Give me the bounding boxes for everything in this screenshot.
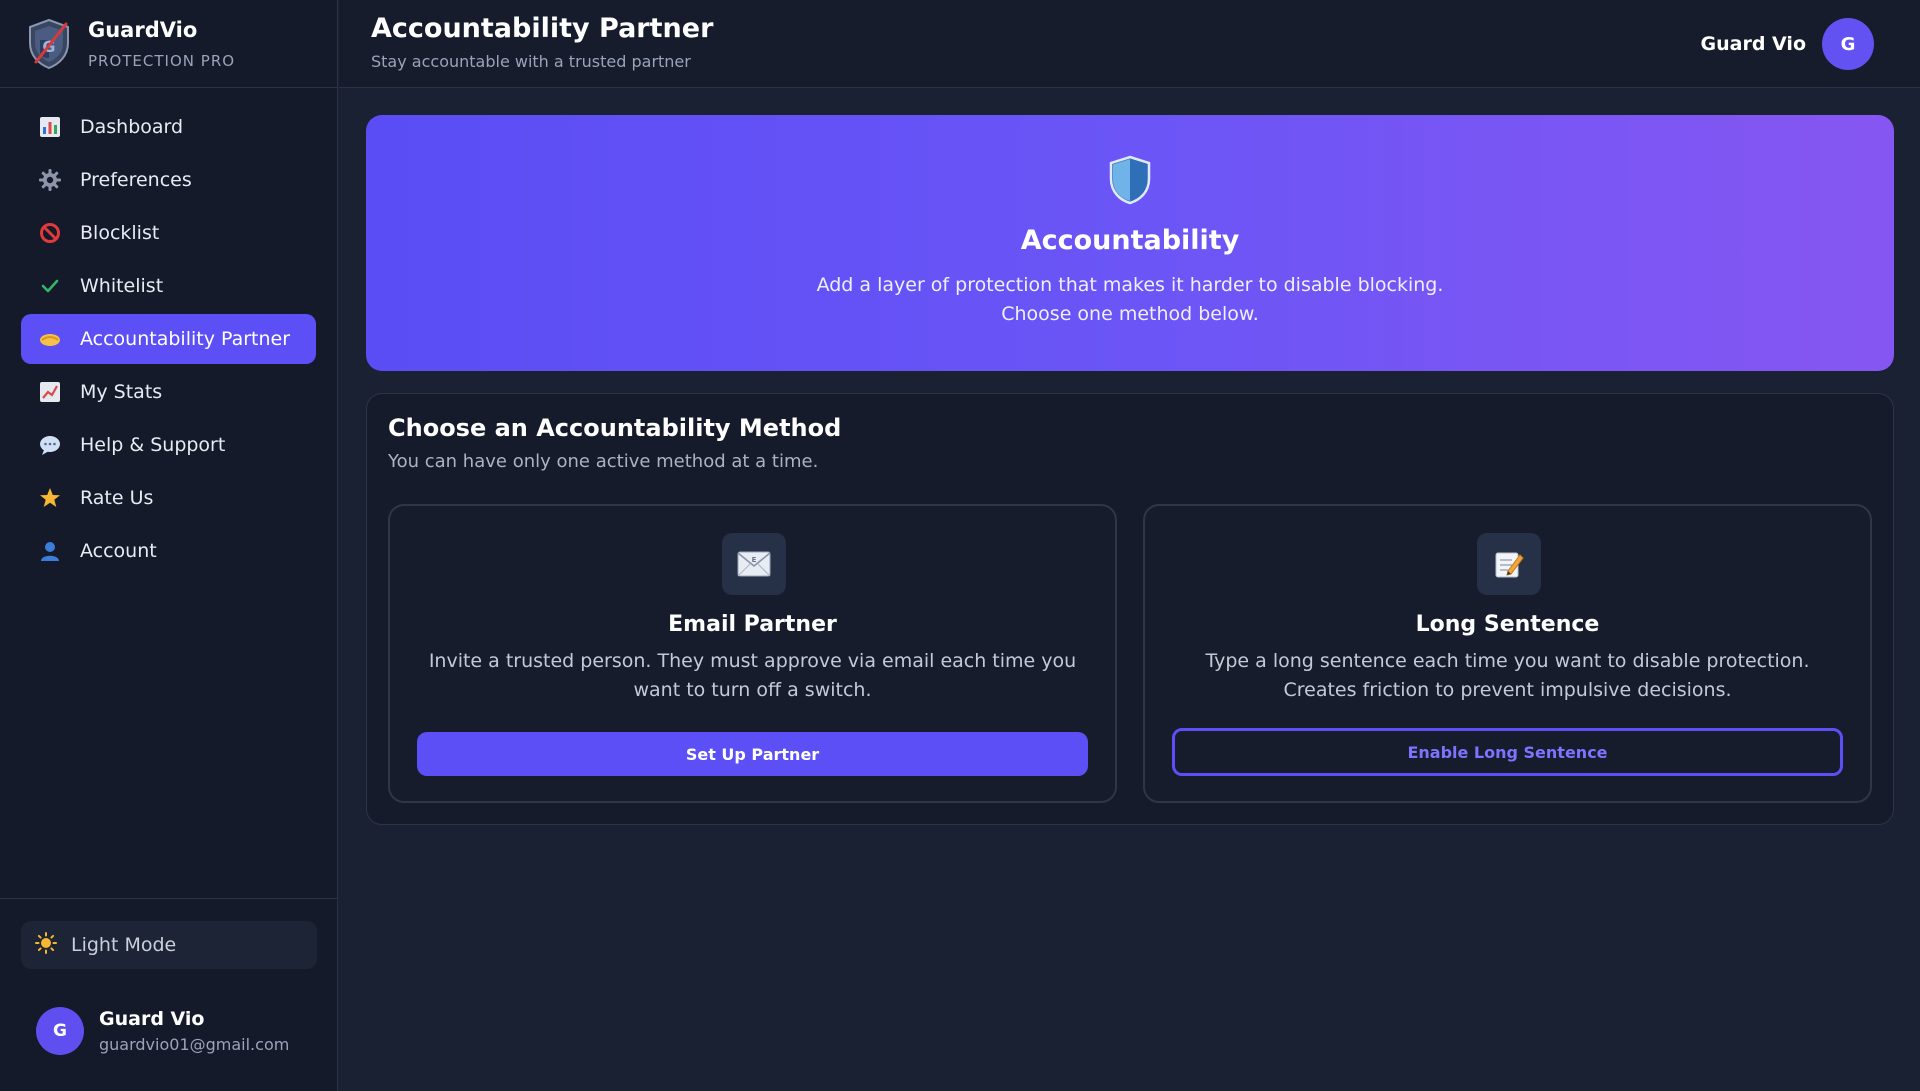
user-icon: [39, 540, 61, 562]
bar-chart-icon: [39, 116, 61, 138]
sidebar-item-whitelist[interactable]: Whitelist: [21, 261, 316, 311]
light-mode-toggle[interactable]: Light Mode: [21, 921, 317, 969]
trending-chart-icon: [39, 381, 61, 403]
sidebar-item-label: Preferences: [80, 169, 192, 191]
sidebar-item-label: Dashboard: [80, 116, 184, 138]
hero-title: Accountability: [1020, 225, 1240, 256]
sidebar-item-preferences[interactable]: Preferences: [21, 155, 316, 205]
svg-text:E: E: [752, 556, 757, 564]
sidebar-item-dashboard[interactable]: Dashboard: [21, 102, 316, 152]
brand[interactable]: G GuardVio PROTECTION PRO: [0, 0, 337, 88]
page-subtitle: Stay accountable with a trusted partner: [371, 52, 691, 71]
avatar[interactable]: G: [1822, 18, 1874, 70]
methods-title: Choose an Accountability Method: [388, 414, 842, 442]
sidebar-item-my-stats[interactable]: My Stats: [21, 367, 316, 417]
shield-logo-icon: G: [29, 18, 69, 69]
sidebar-item-help-support[interactable]: Help & Support: [21, 420, 316, 470]
brand-name: GuardVio: [88, 17, 198, 42]
sidebar-user[interactable]: G Guard Vio guardvio01@gmail.com: [36, 1007, 289, 1055]
sidebar-item-label: Accountability Partner: [80, 328, 291, 350]
sidebar-item-accountability-partner[interactable]: Accountability Partner: [21, 314, 316, 364]
methods-subtitle: You can have only one active method at a…: [388, 451, 819, 472]
accountability-methods-panel: Choose an Accountability Method You can …: [366, 393, 1894, 825]
sidebar-item-label: Help & Support: [80, 434, 226, 456]
checkmark-icon: [39, 275, 61, 297]
header-user-name: Guard Vio: [1700, 33, 1806, 55]
long-sentence-card: Long Sentence Type a long sentence each …: [1143, 504, 1872, 803]
top-header: Accountability Partner Stay accountable …: [339, 0, 1920, 88]
user-email: guardvio01@gmail.com: [99, 1035, 290, 1054]
sidebar-footer: Light Mode G Guard Vio guardvio01@gmail.…: [0, 898, 337, 1091]
shield-icon: [1109, 155, 1151, 205]
sidebar-item-label: My Stats: [80, 381, 163, 403]
hero-description-line: Add a layer of protection that makes it …: [816, 274, 1444, 296]
sidebar-item-label: Whitelist: [80, 275, 164, 297]
handshake-icon: [39, 328, 61, 350]
method-description: Invite a trusted person. They must appro…: [428, 650, 1077, 701]
sidebar-item-label: Rate Us: [80, 487, 154, 509]
sidebar: G GuardVio PROTECTION PRO Dashboard Pref…: [0, 0, 338, 1091]
sidebar-item-label: Account: [80, 540, 157, 562]
sun-icon: [35, 932, 57, 958]
memo-pencil-icon: [1477, 533, 1541, 595]
enable-long-sentence-button[interactable]: Enable Long Sentence: [1172, 728, 1843, 776]
gear-icon: [39, 169, 61, 191]
speech-bubble-icon: [39, 434, 61, 456]
sidebar-item-rate-us[interactable]: Rate Us: [21, 473, 316, 523]
sidebar-item-label: Blocklist: [80, 222, 160, 244]
email-partner-card: E Email Partner Invite a trusted person.…: [388, 504, 1117, 803]
set-up-partner-button[interactable]: Set Up Partner: [417, 732, 1088, 776]
avatar: G: [36, 1007, 84, 1055]
user-name: Guard Vio: [99, 1008, 205, 1030]
page-title: Accountability Partner: [371, 13, 714, 44]
hero-description-line: Choose one method below.: [1001, 303, 1259, 325]
brand-subtitle: PROTECTION PRO: [88, 51, 236, 70]
header-user-menu[interactable]: Guard Vio G: [1701, 18, 1874, 70]
envelope-icon: E: [722, 533, 786, 595]
method-description: Type a long sentence each time you want …: [1205, 650, 1810, 701]
star-icon: [39, 487, 61, 509]
sidebar-item-blocklist[interactable]: Blocklist: [21, 208, 316, 258]
method-title: Long Sentence: [1415, 612, 1600, 637]
method-title: Email Partner: [668, 612, 837, 637]
accountability-hero: Accountability Add a layer of protection…: [366, 115, 1894, 371]
hero-description: Add a layer of protection that makes it …: [366, 271, 1894, 329]
sidebar-nav: Dashboard Preferences Blocklist Whitelis…: [0, 88, 337, 576]
prohibited-icon: [39, 222, 61, 244]
light-mode-label: Light Mode: [71, 934, 177, 956]
sidebar-item-account[interactable]: Account: [21, 526, 316, 576]
